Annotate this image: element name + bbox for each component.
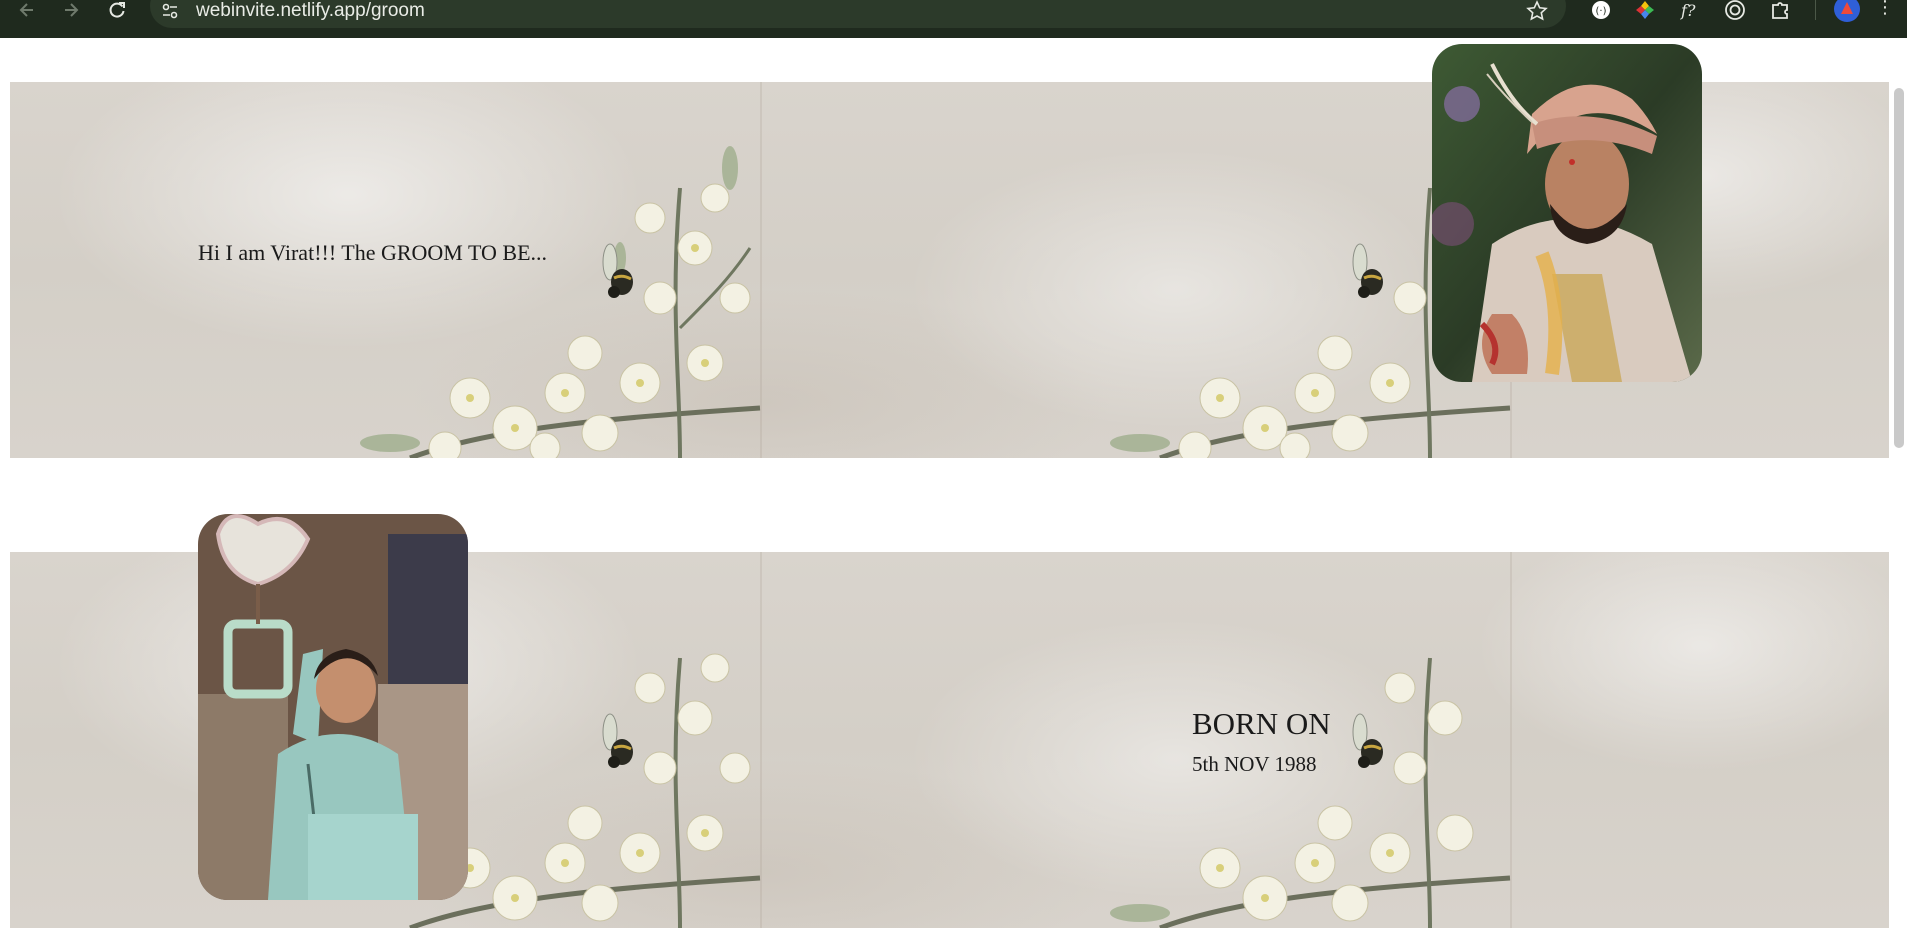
- color-picker-icon[interactable]: [1633, 0, 1657, 22]
- svg-text:f?: f?: [1680, 1, 1696, 20]
- back-icon[interactable]: [12, 0, 42, 20]
- birth-date: 5th NOV 1988: [1192, 752, 1317, 776]
- bee-illustration: [1352, 243, 1383, 298]
- puzzle-icon[interactable]: [1768, 0, 1792, 22]
- profile-avatar[interactable]: [1834, 0, 1860, 22]
- childhood-photo: [198, 514, 468, 900]
- browser-toolbar: webinvite.netlify.app/groom (·) f? ⋮: [0, 0, 1907, 38]
- intro-text: Hi I am Virat!!! The GROOM TO BE...: [198, 240, 548, 265]
- svg-text:(·): (·): [1596, 6, 1607, 17]
- forward-icon[interactable]: [56, 0, 86, 20]
- menu-icon[interactable]: ⋮: [1876, 0, 1894, 18]
- bee-illustration: [602, 713, 633, 768]
- reload-icon[interactable]: [102, 0, 132, 20]
- born-on-heading: BORN ON: [1192, 706, 1331, 741]
- site-settings-icon[interactable]: [160, 1, 180, 21]
- extension-icon[interactable]: (·): [1589, 0, 1613, 22]
- target-icon[interactable]: [1723, 0, 1747, 22]
- address-url[interactable]: webinvite.netlify.app/groom: [196, 0, 425, 22]
- groom-photo: [1432, 44, 1702, 382]
- floral-branch-illustration: [360, 146, 761, 458]
- bookmark-star-icon[interactable]: [1526, 0, 1548, 22]
- toolbar-divider: [1815, 0, 1816, 20]
- bee-illustration: [1352, 713, 1383, 768]
- font-icon[interactable]: f?: [1677, 0, 1701, 22]
- scrollbar[interactable]: [1889, 38, 1907, 937]
- scrollbar-thumb[interactable]: [1894, 88, 1904, 448]
- address-bar[interactable]: webinvite.netlify.app/groom: [150, 0, 1566, 28]
- bee-illustration: [602, 243, 633, 298]
